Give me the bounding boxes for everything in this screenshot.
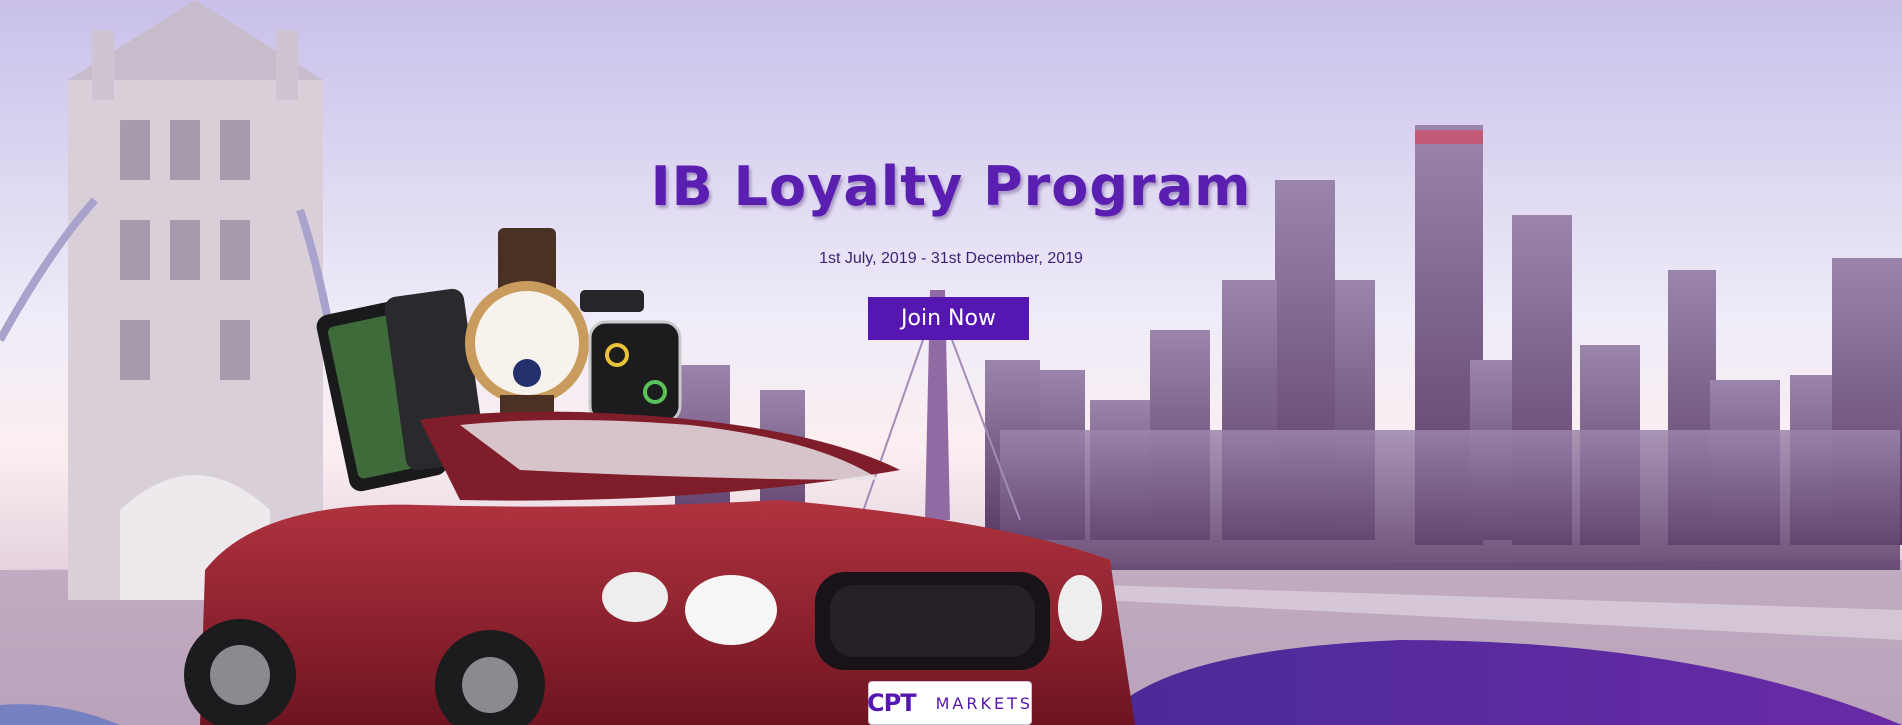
logo-wordmark: MARKETS <box>935 693 1033 713</box>
brand-logo: CPT MARKETS <box>867 681 1033 725</box>
background-scene <box>0 0 1902 725</box>
promo-date-range: 1st July, 2019 - 31st December, 2019 <box>819 250 1083 267</box>
page-title: IB Loyalty Program <box>650 155 1252 218</box>
hero-banner: IB Loyalty Program 1st July, 2019 - 31st… <box>0 0 1902 725</box>
join-now-button[interactable]: Join Now <box>868 297 1029 340</box>
logo-mark: CPT <box>867 689 917 717</box>
